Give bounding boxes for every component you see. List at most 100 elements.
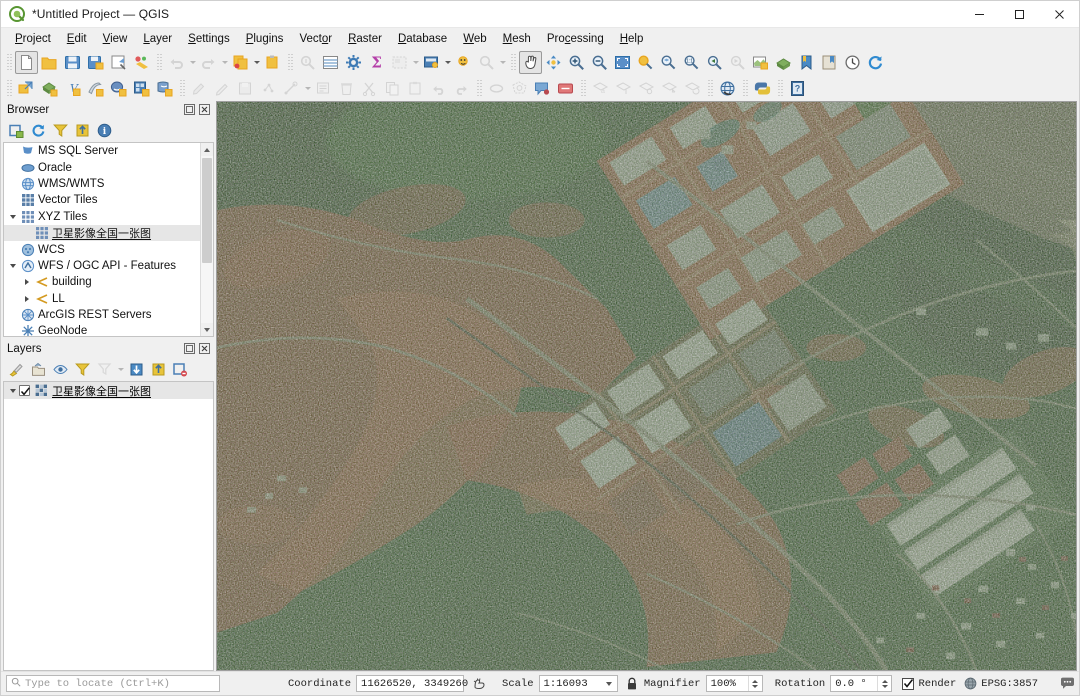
open-attribute-table-button[interactable] (319, 51, 342, 74)
maximize-button[interactable] (999, 1, 1039, 28)
paste-features-button[interactable] (261, 51, 284, 74)
manage-map-themes-button[interactable] (50, 359, 71, 380)
toolbar-grip[interactable] (476, 79, 482, 97)
zoom-to-layer-button[interactable] (657, 51, 680, 74)
add-vector-layer-button[interactable] (38, 77, 61, 100)
layer-list-item[interactable]: 卫星影像全国一张图 (4, 382, 213, 399)
toolbar-grip[interactable] (742, 79, 748, 97)
python-console-button[interactable] (751, 77, 774, 100)
map-canvas[interactable] (216, 101, 1077, 671)
menu-database[interactable]: Database (390, 31, 455, 47)
collapse-all-button[interactable] (148, 359, 169, 380)
chevron-right-icon[interactable] (20, 295, 33, 302)
chevron-down-icon[interactable] (601, 676, 617, 691)
save-project-button[interactable] (61, 51, 84, 74)
menu-web[interactable]: Web (455, 31, 494, 47)
statistical-summary-button[interactable]: Σ (365, 51, 388, 74)
add-postgis-layer-button[interactable] (107, 77, 130, 100)
add-raster-layer-button[interactable]: V (61, 77, 84, 100)
add-selected-layers-button[interactable] (6, 120, 27, 141)
add-spatialite-layer-button[interactable] (130, 77, 153, 100)
text-annotation-button[interactable] (554, 77, 577, 100)
extents-toggle-icon[interactable] (472, 677, 486, 690)
browser-tree-item[interactable]: Oracle (4, 159, 200, 175)
zoom-full-button[interactable] (611, 51, 634, 74)
toolbar-grip[interactable] (156, 53, 162, 71)
refresh-browser-button[interactable] (28, 120, 49, 141)
close-panel-icon[interactable] (198, 342, 210, 354)
chevron-right-icon[interactable] (20, 279, 33, 286)
coordinate-field[interactable]: 11626520, 3349260 (356, 675, 468, 692)
rotation-spinner[interactable]: 0.0 ° (830, 675, 893, 692)
zoom-native-button[interactable]: 1:1 (680, 51, 703, 74)
float-panel-icon[interactable] (183, 103, 195, 115)
toolbar-grip[interactable] (6, 53, 12, 71)
add-delimited-text-button[interactable] (84, 77, 107, 100)
browser-tree-item[interactable]: building (4, 274, 200, 290)
save-project-as-button[interactable] (84, 51, 107, 74)
browser-tree-item[interactable]: WMS/WMTS (4, 176, 200, 192)
browser-tree-item[interactable]: Vector Tiles (4, 192, 200, 208)
remove-layer-button[interactable] (170, 359, 191, 380)
locator-bar[interactable]: Type to locate (Ctrl+K) (6, 675, 220, 692)
message-bubble-icon[interactable] (1060, 677, 1075, 690)
filter-legend-button[interactable] (72, 359, 93, 380)
menu-settings[interactable]: Settings (180, 31, 238, 47)
scroll-up-icon[interactable] (201, 143, 213, 156)
menu-plugins[interactable]: Plugins (238, 31, 292, 47)
menu-processing[interactable]: Processing (539, 31, 612, 47)
refresh-button[interactable] (864, 51, 887, 74)
menu-vector[interactable]: Vector (291, 31, 340, 47)
browser-scrollbar[interactable] (200, 143, 213, 336)
toolbar-grip[interactable] (510, 53, 516, 71)
add-group-button[interactable] (28, 359, 49, 380)
crs-label[interactable]: EPSG:3857 (981, 678, 1038, 690)
open-project-button[interactable] (38, 51, 61, 74)
toolbar-grip[interactable] (777, 79, 783, 97)
zoom-out-button[interactable] (588, 51, 611, 74)
new-project-button[interactable] (15, 50, 38, 74)
zoom-to-selection-button[interactable] (634, 51, 657, 74)
layer-visibility-checkbox[interactable] (19, 385, 30, 396)
menu-project[interactable]: Project (7, 31, 59, 47)
menu-layer[interactable]: Layer (135, 31, 180, 47)
float-panel-icon[interactable] (183, 342, 195, 354)
chevron-down-icon[interactable] (6, 388, 19, 393)
toolbar-grip[interactable] (707, 79, 713, 97)
new-3d-map-view-button[interactable] (772, 51, 795, 74)
zoom-in-button[interactable] (565, 51, 588, 74)
chevron-down-icon[interactable] (6, 214, 19, 219)
deselect-features-button[interactable] (452, 51, 475, 74)
filter-browser-button[interactable] (50, 120, 71, 141)
open-data-source-manager-button[interactable] (15, 77, 38, 100)
scrollbar-thumb[interactable] (202, 158, 212, 263)
lock-icon[interactable] (626, 677, 638, 691)
browser-tree-item[interactable]: XYZ Tiles (4, 209, 200, 225)
chevron-down-icon[interactable] (116, 358, 125, 381)
layers-tree[interactable]: 卫星影像全国一张图 (3, 381, 214, 671)
pan-to-selection-button[interactable] (542, 51, 565, 74)
annotation-button[interactable] (531, 77, 554, 100)
scroll-down-icon[interactable] (201, 323, 213, 336)
magnifier-spinner[interactable]: 100% (705, 675, 763, 692)
minimize-button[interactable] (959, 1, 999, 28)
metasearch-button[interactable] (716, 77, 739, 100)
chevron-down-icon[interactable] (443, 51, 452, 74)
processing-toolbox-button[interactable] (342, 51, 365, 74)
toolbar-grip[interactable] (287, 53, 293, 71)
copy-features-button[interactable] (229, 51, 252, 74)
menu-edit[interactable]: Edit (59, 31, 95, 47)
new-print-layout-button[interactable] (107, 51, 130, 74)
new-map-view-button[interactable] (749, 51, 772, 74)
toolbar-grip[interactable] (6, 79, 12, 97)
style-manager-button[interactable] (130, 51, 153, 74)
show-bookmarks-button[interactable] (818, 51, 841, 74)
browser-tree-item[interactable]: GeoNode (4, 323, 200, 336)
render-checkbox[interactable] (902, 677, 915, 690)
magnifier-stepper[interactable] (747, 676, 762, 691)
browser-tree-item[interactable]: ArcGIS REST Servers (4, 307, 200, 323)
chevron-down-icon[interactable] (6, 263, 19, 268)
scale-combo[interactable]: 1:16093 (538, 675, 618, 692)
browser-tree-item[interactable]: MS SQL Server (4, 143, 200, 159)
browser-tree-item[interactable]: WCS (4, 241, 200, 257)
